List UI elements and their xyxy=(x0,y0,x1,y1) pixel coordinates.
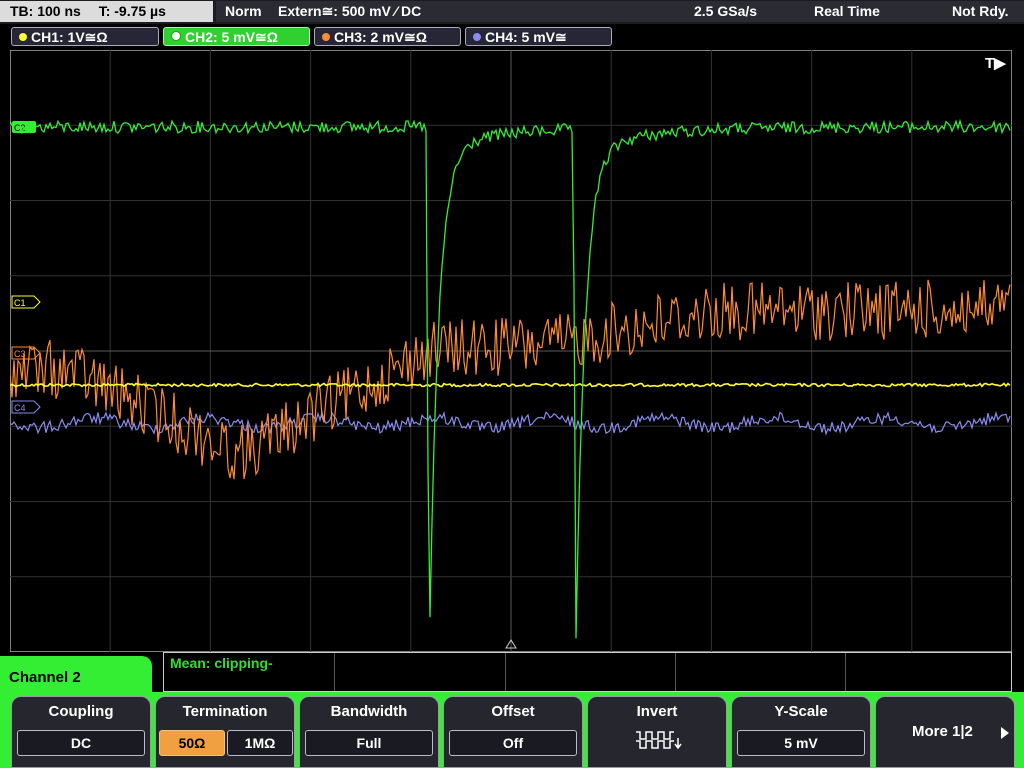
channel-1-color-icon xyxy=(19,33,27,41)
divider xyxy=(845,653,846,691)
bandwidth-value[interactable]: Full xyxy=(305,730,433,756)
arrow-right-icon xyxy=(1001,727,1009,739)
tab-channel-1[interactable]: CH1: 1V≅Ω xyxy=(11,27,159,46)
timebase-value: TB: 100 ns xyxy=(10,3,81,19)
termination-title: Termination xyxy=(182,703,268,720)
channel-4-color-icon xyxy=(473,33,481,41)
divider xyxy=(675,653,676,691)
trigger-time-value: T: -9.75 µs xyxy=(98,3,166,19)
invert-waveform-icon xyxy=(636,731,682,750)
channel-3-color-icon xyxy=(322,33,330,41)
svg-text:C4: C4 xyxy=(14,403,26,413)
trigger-position-marker[interactable]: T▶ xyxy=(985,55,1007,72)
status-bar: TB: 100 ns T: -9.75 µs Norm Extern≅: 500… xyxy=(0,0,1024,24)
softkey-bar: Coupling DC Termination 50Ω 1MΩ Bandwidt… xyxy=(0,692,1024,768)
more-softkey[interactable]: More 1|2 xyxy=(875,696,1015,768)
trigger-mode: Norm xyxy=(225,3,262,19)
y-scale-softkey[interactable]: Y-Scale 5 mV xyxy=(731,696,871,768)
bandwidth-softkey[interactable]: Bandwidth Full xyxy=(299,696,439,768)
acquisition-state: Not Rdy. xyxy=(952,3,1009,19)
divider xyxy=(505,653,506,691)
coupling-softkey[interactable]: Coupling DC xyxy=(11,696,151,768)
termination-softkey[interactable]: Termination 50Ω 1MΩ xyxy=(155,696,295,768)
channel-1-marker[interactable]: C1 xyxy=(11,295,41,309)
trigger-readout[interactable]: Norm Extern≅: 500 mV ⁄ DC 2.5 GSa/s Real… xyxy=(216,1,1024,22)
measurement-result: Mean: clipping- xyxy=(170,655,273,671)
trigger-source: Extern≅: 500 mV ⁄ DC xyxy=(278,3,422,19)
channel-4-label: CH4: 5 mV≅ xyxy=(485,29,567,45)
y-scale-title: Y-Scale xyxy=(774,703,828,720)
measurement-panel: Mean: clipping- xyxy=(163,652,1012,692)
channel-bar: CH1: 1V≅Ω CH2: 5 mV≅Ω CH3: 2 mV≅Ω CH4: 5… xyxy=(0,24,1024,50)
channel-2-color-icon xyxy=(171,31,181,41)
acquisition-mode: Real Time xyxy=(814,3,880,19)
sample-rate: 2.5 GSa/s xyxy=(694,3,758,19)
coupling-title: Coupling xyxy=(48,703,114,720)
termination-1m-ohm-option[interactable]: 1MΩ xyxy=(227,730,293,756)
termination-50-ohm-option[interactable]: 50Ω xyxy=(159,730,225,756)
offset-softkey[interactable]: Offset Off xyxy=(443,696,583,768)
divider xyxy=(334,653,335,691)
waveform-display[interactable]: C2 C1 C3 C4 T▶ xyxy=(10,50,1012,652)
offset-title: Offset xyxy=(491,703,535,720)
tab-channel-4[interactable]: CH4: 5 mV≅ xyxy=(465,27,612,46)
svg-text:C1: C1 xyxy=(14,298,26,308)
y-scale-value[interactable]: 5 mV xyxy=(737,730,865,756)
menu-title: Channel 2 xyxy=(9,669,81,686)
invert-softkey[interactable]: Invert xyxy=(587,696,727,768)
tab-channel-3[interactable]: CH3: 2 mV≅Ω xyxy=(314,27,461,46)
invert-title: Invert xyxy=(636,703,678,720)
channel-2-label: CH2: 5 mV≅Ω xyxy=(185,29,278,45)
timebase-readout[interactable]: TB: 100 ns T: -9.75 µs xyxy=(0,1,213,22)
bandwidth-title: Bandwidth xyxy=(330,703,408,720)
tab-channel-2[interactable]: CH2: 5 mV≅Ω xyxy=(163,27,310,46)
channel-1-label: CH1: 1V≅Ω xyxy=(31,29,108,45)
more-label: More 1|2 xyxy=(912,723,973,740)
offset-value[interactable]: Off xyxy=(449,730,577,756)
channel-3-label: CH3: 2 mV≅Ω xyxy=(334,29,427,45)
coupling-value[interactable]: DC xyxy=(17,730,145,756)
channel-4-marker[interactable]: C4 xyxy=(11,400,41,414)
